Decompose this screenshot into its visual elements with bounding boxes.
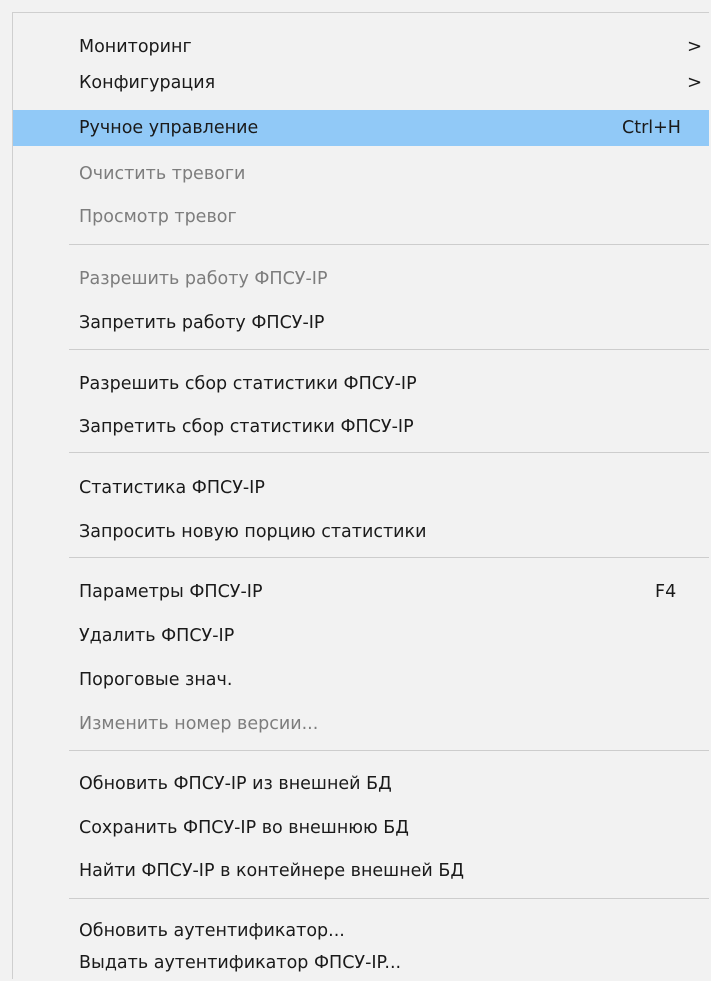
menu-item-label: Разрешить работу ФПСУ-IP	[79, 269, 328, 289]
menu-item-view-alarms[interactable]: Просмотр тревог	[13, 199, 709, 235]
menu-item-label: Обновить аутентификатор...	[79, 921, 345, 941]
menu-item-label: Мониторинг	[79, 37, 192, 57]
menu-item-label: Статистика ФПСУ-IP	[79, 478, 265, 498]
menu-item-label: Запретить сбор статистики ФПСУ-IP	[79, 417, 414, 437]
menu-item-thresholds[interactable]: Пороговые знач.	[13, 662, 709, 698]
menu-item-clear-alarms[interactable]: Очистить тревоги	[13, 156, 709, 192]
menu-item-label: Обновить ФПСУ-IP из внешней БД	[79, 774, 392, 794]
menu-item-disable-fpsu[interactable]: Запретить работу ФПСУ-IP	[13, 305, 709, 341]
menu-item-statistics[interactable]: Статистика ФПСУ-IP	[13, 470, 709, 506]
menu-item-update-from-external-db[interactable]: Обновить ФПСУ-IP из внешней БД	[13, 766, 709, 802]
menu-item-label: Найти ФПСУ-IP в контейнере внешней БД	[79, 861, 465, 881]
menu-item-fpsu-parameters[interactable]: Параметры ФПСУ-IP F4	[13, 574, 709, 610]
menu-item-label: Просмотр тревог	[79, 207, 237, 227]
menu-item-manual-control[interactable]: Ручное управление Ctrl+H	[13, 110, 709, 146]
menu-item-label: Пороговые знач.	[79, 670, 233, 690]
menu-item-update-authenticator[interactable]: Обновить аутентификатор...	[13, 913, 709, 949]
menu-item-monitoring[interactable]: Мониторинг >	[13, 29, 709, 65]
menu-item-label: Запросить новую порцию статистики	[79, 522, 427, 542]
menu-separator	[69, 557, 709, 558]
menu-separator	[69, 750, 709, 751]
menu-separator	[69, 452, 709, 453]
menu-item-label: Параметры ФПСУ-IP	[79, 582, 263, 602]
menu-item-label: Очистить тревоги	[79, 164, 246, 184]
context-menu: Мониторинг > Конфигурация > Ручное управ…	[12, 12, 709, 979]
submenu-arrow-icon: >	[687, 72, 703, 93]
menu-item-issue-authenticator[interactable]: Выдать аутентификатор ФПСУ-IP...	[13, 945, 709, 981]
menu-item-request-statistics[interactable]: Запросить новую порцию статистики	[13, 514, 709, 550]
menu-item-label: Сохранить ФПСУ-IP во внешнюю БД	[79, 818, 409, 838]
menu-item-disable-statistics[interactable]: Запретить сбор статистики ФПСУ-IP	[13, 409, 709, 445]
menu-separator	[69, 898, 709, 899]
menu-item-label: Изменить номер версии...	[79, 714, 319, 734]
menu-item-label: Ручное управление	[79, 118, 259, 138]
menu-item-label: Выдать аутентификатор ФПСУ-IP...	[79, 953, 402, 973]
menu-item-label: Конфигурация	[79, 73, 216, 93]
shortcut-label: F4	[655, 582, 677, 602]
menu-separator	[69, 349, 709, 350]
menu-item-label: Разрешить сбор статистики ФПСУ-IP	[79, 374, 417, 394]
submenu-arrow-icon: >	[687, 36, 703, 57]
menu-item-label: Удалить ФПСУ-IP	[79, 626, 235, 646]
menu-separator	[69, 244, 709, 245]
menu-item-find-in-external-db[interactable]: Найти ФПСУ-IP в контейнере внешней БД	[13, 853, 709, 889]
menu-item-save-to-external-db[interactable]: Сохранить ФПСУ-IP во внешнюю БД	[13, 810, 709, 846]
menu-item-label: Запретить работу ФПСУ-IP	[79, 313, 325, 333]
shortcut-label: Ctrl+H	[622, 118, 681, 138]
menu-item-enable-fpsu[interactable]: Разрешить работу ФПСУ-IP	[13, 261, 709, 297]
menu-item-delete-fpsu[interactable]: Удалить ФПСУ-IP	[13, 618, 709, 654]
menu-item-change-version[interactable]: Изменить номер версии...	[13, 706, 709, 742]
menu-item-enable-statistics[interactable]: Разрешить сбор статистики ФПСУ-IP	[13, 366, 709, 402]
menu-item-configuration[interactable]: Конфигурация >	[13, 65, 709, 101]
